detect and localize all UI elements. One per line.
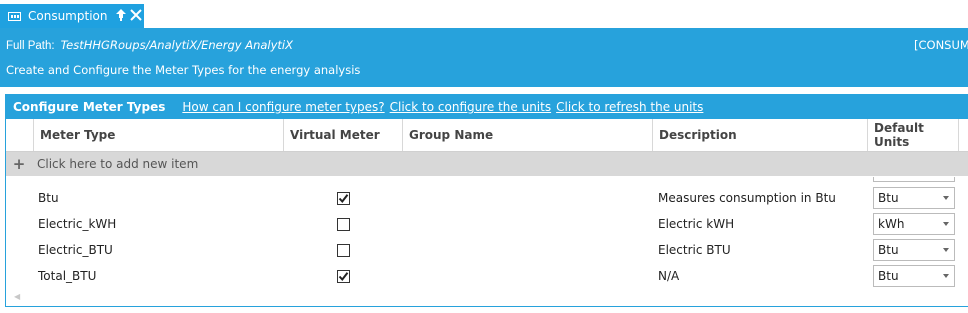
page-description: Create and Configure the Meter Types for… [6,63,361,77]
meter-type-cell: Electric_kWH [38,217,117,231]
column-meter-type[interactable]: Meter Type [33,119,283,151]
close-icon[interactable] [129,8,143,25]
chevron-down-icon [943,196,949,200]
page-header: Full Path: TestHHGRoups/AnalytiX/Energy A… [0,28,968,87]
units-cell: Btu [873,263,955,289]
virtual-meter-checkbox[interactable] [337,243,350,257]
column-group-name[interactable]: Group Name [402,119,652,151]
chevron-down-icon [943,248,949,252]
meter-type-cell: Total_BTU [38,269,97,283]
scroll-left-icon[interactable]: ◀ [14,292,20,301]
virtual-meter-checkbox[interactable] [337,217,350,231]
virtual-meter-cell [337,237,350,263]
units-dropdown-partial [873,177,955,182]
help-link[interactable]: How can I configure meter types? [182,100,384,114]
row-indicator-header [6,119,33,151]
units-dropdown[interactable]: Btu [873,265,955,287]
virtual-meter-cell [337,211,350,237]
description-cell: Electric kWH [658,217,735,231]
grid-header: Meter Type Virtual Meter Group Name Desc… [6,119,968,152]
full-path-label: Full Path: [6,40,55,52]
column-default-units[interactable]: Default Units [867,119,959,151]
object-name-truncated: [CONSUM [914,38,968,52]
meter-type-cell: Electric_BTU [38,243,113,257]
table-row[interactable]: Btu Measures consumption in Btu Btu [6,185,968,211]
units-value: Btu [878,243,899,257]
plus-icon: + [12,155,26,173]
chevron-down-icon [943,222,949,226]
column-description[interactable]: Description [652,119,867,151]
add-new-item-row[interactable]: + Click here to add new item [6,152,968,176]
panel-title-bar: Configure Meter Types How can I configur… [6,95,968,119]
virtual-meter-cell [337,185,350,211]
description-cell: N/A [658,269,680,283]
panel-title: Configure Meter Types [13,100,166,114]
meter-type-cell: Btu [38,191,59,205]
description-cell: Measures consumption in Btu [658,191,836,205]
units-cell: kWh [873,211,955,237]
tab-consumption[interactable]: Consumption [0,4,144,28]
window-icon [8,11,21,21]
units-value: Btu [878,191,899,205]
table-row[interactable]: Total_BTU N/A Btu [6,263,968,289]
meter-types-panel: Configure Meter Types How can I configur… [5,94,968,307]
column-virtual-meter[interactable]: Virtual Meter [283,119,402,151]
checkmark-icon [338,193,349,203]
configure-units-link[interactable]: Click to configure the units [390,100,551,114]
units-cell: Btu [873,237,955,263]
units-cell: Btu [873,185,955,211]
virtual-meter-checkbox[interactable] [337,269,350,283]
tab-label: Consumption [28,9,108,23]
virtual-meter-cell [337,263,350,289]
virtual-meter-checkbox[interactable] [337,191,350,205]
table-row[interactable]: Electric_BTU Electric BTU Btu [6,237,968,263]
full-path: Full Path: TestHHGRoups/AnalytiX/Energy A… [6,38,293,52]
add-new-item-label: Click here to add new item [37,157,199,171]
units-value: kWh [878,217,905,231]
units-dropdown[interactable]: Btu [873,239,955,261]
checkmark-icon [338,271,349,281]
pin-icon[interactable] [115,8,127,25]
refresh-units-link[interactable]: Click to refresh the units [556,100,703,114]
chevron-down-icon [943,274,949,278]
units-dropdown[interactable]: Btu [873,187,955,209]
units-dropdown[interactable]: kWh [873,213,955,235]
full-path-value: TestHHGRoups/AnalytiX/Energy AnalytiX [60,38,294,52]
table-row[interactable]: Electric_kWH Electric kWH kWh [6,211,968,237]
tab-strip: Consumption [0,0,968,28]
units-value: Btu [878,269,899,283]
description-cell: Electric BTU [658,243,731,257]
